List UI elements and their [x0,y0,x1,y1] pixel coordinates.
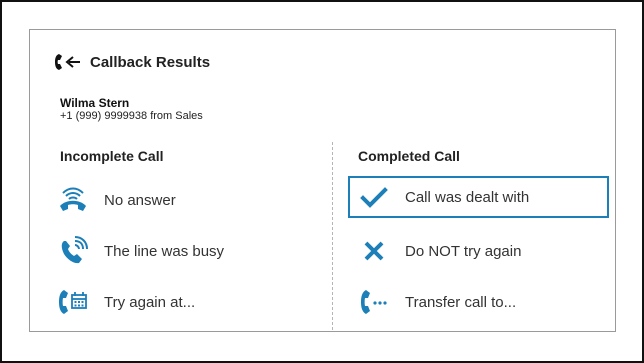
checkmark-icon [359,182,389,212]
option-label: No answer [104,191,176,209]
option-label: Transfer call to... [405,293,517,311]
phone-transfer-icon [359,287,389,317]
hangup-icon [58,185,88,215]
callback-results-panel: Callback Results Wilma Stern +1 (999) 99… [29,29,616,332]
panel-title: Callback Results [90,53,211,71]
busy-phone-icon [58,236,88,266]
option-label: Try again at... [104,293,196,311]
phone-calendar-icon [58,287,88,317]
option-no-answer[interactable]: No answer [58,179,176,221]
contact-name: Wilma Stern [60,96,130,110]
contact-detail: +1 (999) 9999938 from Sales [60,110,203,122]
x-icon [359,236,389,266]
option-try-again-at[interactable]: Try again at... [58,281,195,323]
option-label: Do NOT try again [405,242,522,260]
incomplete-call-heading: Incomplete Call [60,148,164,164]
column-divider [332,142,333,330]
option-do-not-try-again[interactable]: Do NOT try again [359,230,521,272]
option-label: The line was busy [104,242,225,260]
option-line-busy[interactable]: The line was busy [58,230,224,272]
option-call-dealt-with[interactable]: Call was dealt with [348,176,609,218]
phone-incoming-icon [55,54,80,70]
window-frame: Callback Results Wilma Stern +1 (999) 99… [0,0,644,363]
panel-header: Callback Results [54,52,210,72]
completed-call-heading: Completed Call [358,148,460,164]
option-transfer-call[interactable]: Transfer call to... [359,281,516,323]
option-label: Call was dealt with [405,188,530,206]
